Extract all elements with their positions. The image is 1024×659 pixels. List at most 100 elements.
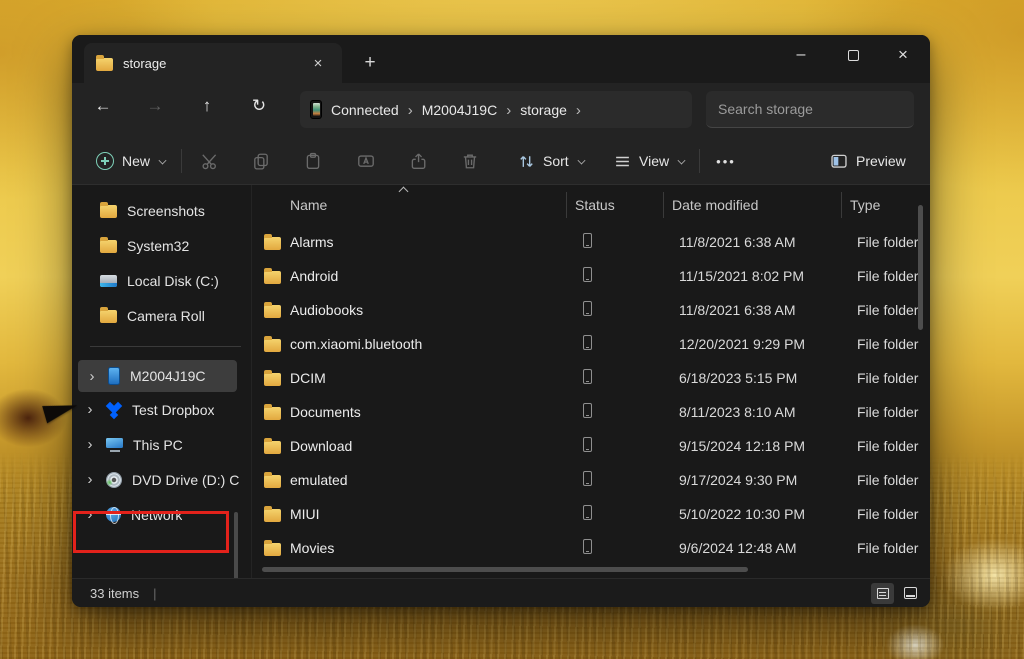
search-input[interactable] — [718, 101, 902, 117]
file-row[interactable]: DCIM 6/18/2023 5:15 PM File folder — [251, 361, 930, 395]
breadcrumb-device[interactable]: M2004J19C — [422, 102, 498, 118]
large-icons-view-button[interactable] — [899, 583, 922, 604]
tab-close-icon[interactable]: × — [306, 51, 330, 75]
more-button[interactable]: ••• — [708, 144, 744, 178]
file-row[interactable]: Alarms 11/8/2021 6:38 AM File folder — [251, 225, 930, 259]
copy-button — [243, 144, 279, 178]
folder-icon — [264, 237, 281, 250]
sidebar-item-system32[interactable]: System32 — [72, 228, 251, 263]
back-button[interactable]: ← — [87, 90, 119, 122]
file-date: 8/11/2023 8:10 AM — [671, 404, 849, 420]
share-icon — [409, 152, 427, 170]
breadcrumb-connected[interactable]: Connected — [331, 102, 399, 118]
file-date: 9/17/2024 9:30 PM — [671, 472, 849, 488]
sidebar-item-local-disk-c[interactable]: Local Disk (C:) — [72, 263, 251, 298]
folder-icon — [264, 475, 281, 488]
search-box[interactable] — [706, 91, 914, 128]
status-phone-icon — [583, 301, 592, 316]
file-row[interactable]: Movies 9/6/2024 12:48 AM File folder — [251, 531, 930, 565]
chevron-right-icon[interactable]: › — [84, 471, 96, 488]
file-row[interactable]: MIUI 5/10/2022 10:30 PM File folder — [251, 497, 930, 531]
file-name: Documents — [290, 404, 574, 420]
up-button[interactable]: ↑ — [191, 90, 223, 122]
breadcrumb[interactable]: Connected › M2004J19C › storage › — [300, 91, 692, 128]
sidebar-item-screenshots[interactable]: Screenshots — [72, 193, 251, 228]
sidebar-item-m2004j19c[interactable]: › M2004J19C — [78, 360, 237, 392]
toolbar-divider — [181, 149, 182, 173]
chevron-right-icon[interactable]: › — [84, 401, 96, 418]
file-date: 9/6/2024 12:48 AM — [671, 540, 849, 556]
file-type: File folder — [849, 404, 930, 420]
vertical-scrollbar[interactable] — [918, 205, 923, 330]
file-name: MIUI — [290, 506, 574, 522]
rename-icon — [357, 152, 375, 170]
chevron-right-icon[interactable]: › — [84, 436, 96, 453]
sidebar-item-label: Test Dropbox — [132, 402, 214, 418]
column-header-date[interactable]: Date modified — [663, 192, 849, 218]
file-date: 6/18/2023 5:15 PM — [671, 370, 849, 386]
chevron-right-icon[interactable]: › — [86, 368, 98, 385]
file-name: Android — [290, 268, 574, 284]
minimize-button[interactable]: – — [778, 35, 824, 75]
refresh-button[interactable]: ↻ — [243, 90, 275, 122]
folder-icon — [264, 407, 281, 420]
sort-button-label: Sort — [543, 153, 569, 169]
column-header-type[interactable]: Type — [841, 192, 930, 218]
status-phone-icon — [583, 539, 592, 554]
phone-icon — [108, 367, 120, 385]
more-dots-icon: ••• — [716, 154, 736, 169]
file-row[interactable]: Download 9/15/2024 12:18 PM File folder — [251, 429, 930, 463]
file-row[interactable]: Documents 8/11/2023 8:10 AM File folder — [251, 395, 930, 429]
cut-button — [192, 144, 228, 178]
file-name: emulated — [290, 472, 574, 488]
horizontal-scrollbar[interactable] — [262, 567, 748, 572]
sidebar-item-label: Local Disk (C:) — [127, 273, 219, 289]
status-phone-icon — [583, 505, 592, 520]
file-row[interactable]: Android 11/15/2021 8:02 PM File folder — [251, 259, 930, 293]
tab-storage[interactable]: storage × — [84, 43, 342, 83]
file-type: File folder — [849, 336, 930, 352]
file-name: Movies — [290, 540, 574, 556]
status-phone-icon — [583, 437, 592, 452]
sidebar-item-this-pc[interactable]: › This PC — [72, 427, 251, 462]
details-view-button[interactable] — [871, 583, 894, 604]
status-divider: | — [153, 586, 156, 601]
content-area: Screenshots System32 Local Disk (C:) Cam… — [72, 185, 930, 578]
sidebar-item-test-dropbox[interactable]: › Test Dropbox — [72, 392, 251, 427]
sidebar-item-label: M2004J19C — [130, 368, 206, 384]
new-tab-button[interactable]: + — [354, 47, 386, 79]
file-type: File folder — [849, 472, 930, 488]
maximize-button[interactable] — [830, 35, 876, 75]
status-phone-icon — [583, 335, 592, 350]
tab-bar: storage × + – × — [72, 35, 930, 83]
folder-icon — [264, 509, 281, 522]
forward-button: → — [139, 90, 171, 122]
file-name: DCIM — [290, 370, 574, 386]
new-button[interactable]: New — [86, 143, 176, 179]
folder-icon — [264, 373, 281, 386]
chevron-down-icon — [677, 157, 685, 165]
file-row[interactable]: Audiobooks 11/8/2021 6:38 AM File folder — [251, 293, 930, 327]
sidebar-separator — [90, 346, 241, 347]
view-button[interactable]: View — [604, 143, 695, 179]
file-row[interactable]: com.xiaomi.bluetooth 12/20/2021 9:29 PM … — [251, 327, 930, 361]
close-button[interactable]: × — [880, 35, 926, 75]
sidebar-item-label: Camera Roll — [127, 308, 205, 324]
preview-button[interactable]: Preview — [820, 143, 916, 179]
folder-icon — [264, 271, 281, 284]
breadcrumb-folder[interactable]: storage — [520, 102, 567, 118]
column-header-name[interactable]: Name — [290, 195, 574, 215]
folder-icon — [100, 240, 117, 253]
sidebar-item-camera-roll[interactable]: Camera Roll — [72, 298, 251, 333]
chevron-down-icon — [158, 157, 166, 165]
file-name: Download — [290, 438, 574, 454]
scissors-icon — [201, 152, 219, 170]
maximize-icon — [848, 50, 859, 61]
file-date: 11/8/2021 6:38 AM — [671, 234, 849, 250]
sort-button[interactable]: Sort — [508, 143, 595, 179]
sidebar-item-dvd-drive[interactable]: › DVD Drive (D:) C — [72, 462, 251, 497]
status-phone-icon — [583, 403, 592, 418]
file-row[interactable]: emulated 9/17/2024 9:30 PM File folder — [251, 463, 930, 497]
column-header-status[interactable]: Status — [566, 192, 671, 218]
chevron-right-icon: › — [408, 101, 413, 119]
